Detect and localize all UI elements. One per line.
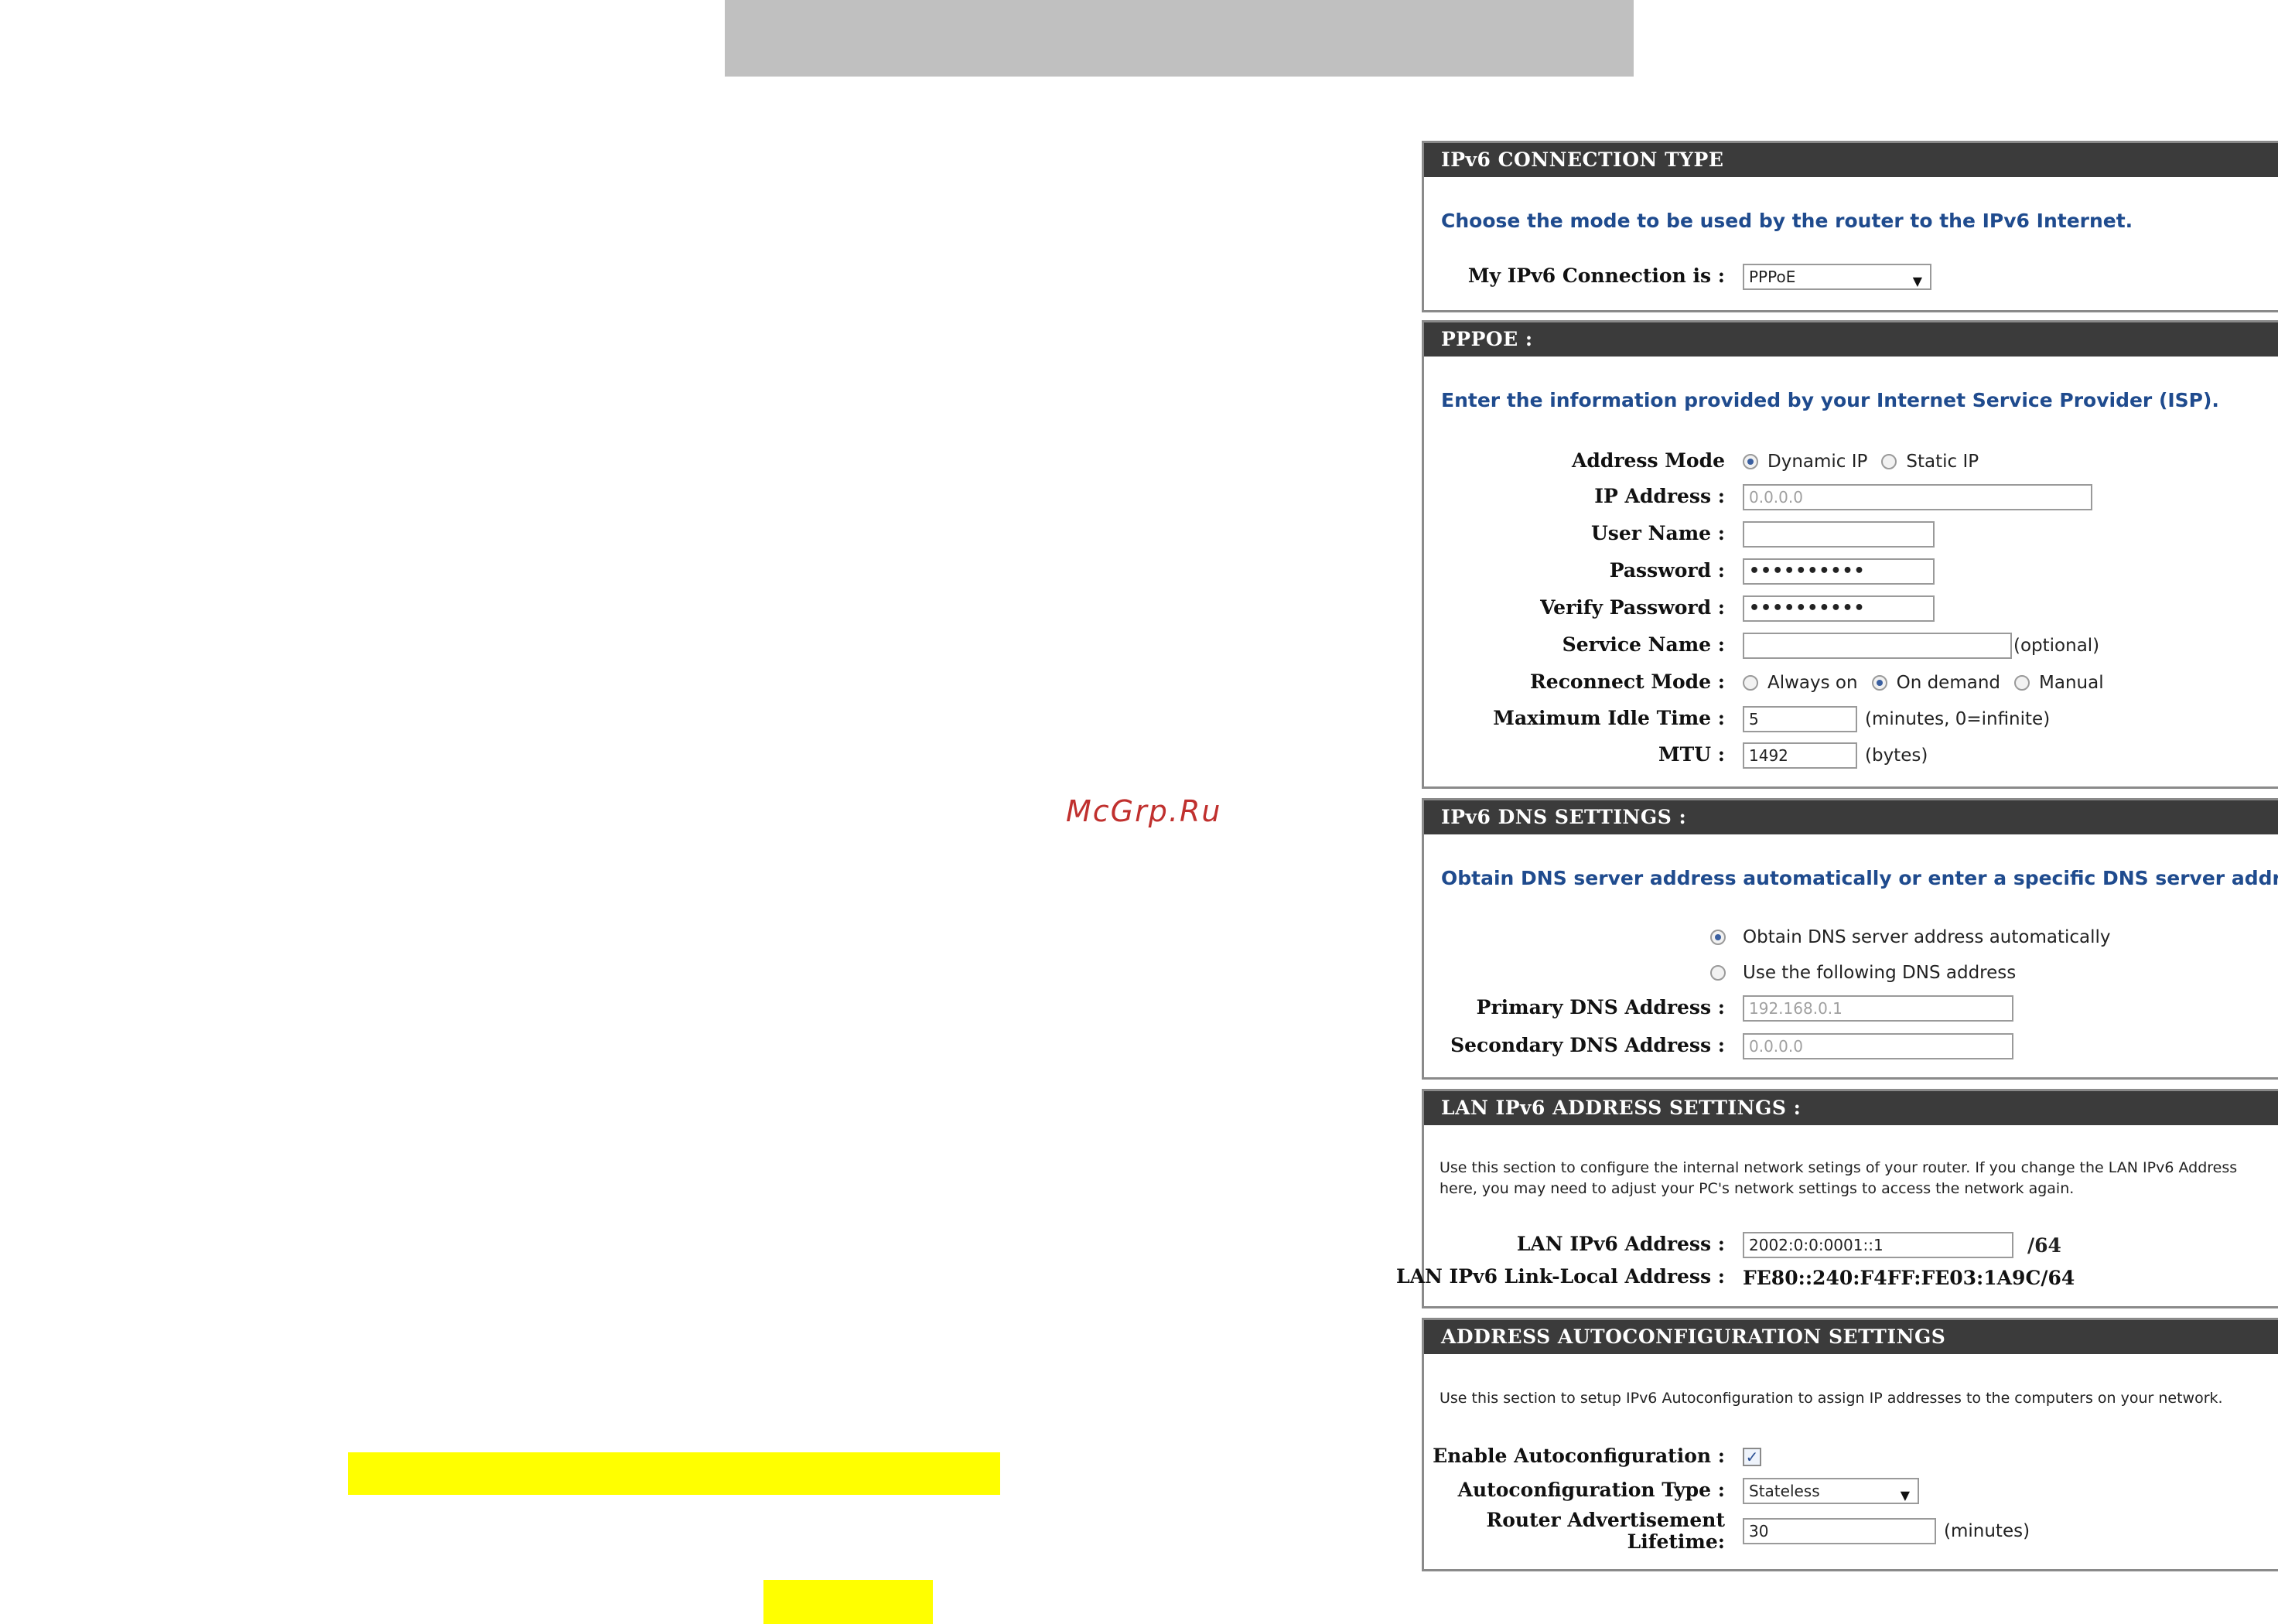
radio-label: On demand [1896, 673, 2001, 693]
autoconfig-type-select[interactable]: Stateless ▼ [1743, 1478, 1919, 1504]
address-autoconfiguration-panel: ADDRESS AUTOCONFIGURATION SETTINGS Use t… [1422, 1318, 2278, 1571]
ipv6-connection-type-panel: IPv6 CONNECTION TYPE Choose the mode to … [1422, 141, 2278, 312]
max-idle-time-input[interactable]: 5 [1743, 706, 1857, 732]
lan-ipv6-address-panel: LAN IPv6 ADDRESS SETTINGS : Use this sec… [1396, 1089, 2278, 1308]
lan-ipv6-address-label: LAN IPv6 Address : [1516, 1233, 1725, 1255]
panel-header: LAN IPv6 ADDRESS SETTINGS : [1424, 1091, 2278, 1125]
panel-intro: Use this section to setup IPv6 Autoconfi… [1440, 1390, 2223, 1407]
radio-label: Dynamic IP [1767, 452, 1868, 472]
verify-password-label: Verify Password : [1540, 596, 1725, 619]
enable-autoconfig-checkbox[interactable]: ✓ [1743, 1448, 1761, 1466]
page-header-bar [725, 0, 1634, 77]
panel-header: IPv6 DNS SETTINGS : [1424, 800, 2278, 834]
watermark: McGrp.Ru [1066, 794, 1222, 828]
secondary-dns-label: Secondary DNS Address : [1450, 1034, 1725, 1056]
panel-intro-line-2: here, you may need to adjust your PC's n… [1440, 1180, 2075, 1197]
panel-header: IPv6 CONNECTION TYPE [1424, 143, 2278, 177]
ra-lifetime-label: Router Advertisement Lifetime: [1486, 1510, 1725, 1553]
panel-intro: Choose the mode to be used by the router… [1441, 210, 2133, 232]
reconnect-on-demand-radio[interactable] [1871, 675, 1887, 691]
autoconfig-type-label: Autoconfiguration Type : [1457, 1479, 1725, 1501]
address-mode-static-radio[interactable] [1881, 454, 1897, 469]
lan-ipv6-address-input[interactable]: 2002:0:0:0001::1 [1743, 1232, 2013, 1258]
radio-label: Obtain DNS server address automatically [1743, 927, 2111, 947]
primary-dns-input[interactable]: 192.168.0.1 [1743, 995, 2013, 1022]
service-name-input[interactable] [1743, 633, 2012, 659]
max-idle-time-unit: (minutes, 0=infinite) [1865, 709, 2051, 729]
service-name-label: Service Name : [1562, 633, 1725, 656]
link-local-address-label: LAN IPv6 Link-Local Address : [1396, 1265, 1725, 1288]
enable-autoconfig-label: Enable Autoconfiguration : [1433, 1445, 1725, 1467]
reconnect-manual-radio[interactable] [2014, 675, 2030, 691]
radio-label: Static IP [1906, 452, 1979, 472]
password-input[interactable]: •••••••••• [1743, 558, 1935, 585]
radio-label: Always on [1767, 673, 1858, 693]
panel-intro: Enter the information provided by your I… [1441, 389, 2219, 411]
prefix-length: /64 [2027, 1233, 2061, 1257]
highlight-bar-small [763, 1580, 933, 1624]
user-name-label: User Name : [1591, 522, 1725, 544]
chevron-down-icon: ▼ [1912, 274, 1922, 288]
dns-manual-radio[interactable] [1710, 965, 1726, 981]
reconnect-mode-label: Reconnect Mode : [1530, 670, 1725, 693]
panel-header: PPPOE : [1424, 322, 2278, 357]
address-mode-dynamic-radio[interactable] [1743, 454, 1758, 469]
highlight-bar [348, 1452, 1000, 1495]
panel-header: ADDRESS AUTOCONFIGURATION SETTINGS [1424, 1320, 2278, 1354]
reconnect-always-on-radio[interactable] [1743, 675, 1758, 691]
ra-lifetime-label-line-1: Router Advertisement [1486, 1509, 1725, 1531]
ra-lifetime-input[interactable]: 30 [1743, 1518, 1936, 1544]
connection-type-label: My IPv6 Connection is : [1467, 264, 1725, 287]
autoconfig-type-value: Stateless [1749, 1482, 1820, 1500]
mtu-input[interactable]: 1492 [1743, 742, 1857, 769]
max-idle-time-label: Maximum Idle Time : [1493, 707, 1725, 729]
panel-intro-line-1: Use this section to configure the intern… [1440, 1159, 2238, 1176]
radio-label: Use the following DNS address [1743, 963, 2017, 983]
link-local-address-value: FE80::240:F4FF:FE03:1A9C/64 [1743, 1266, 2075, 1289]
ipv6-dns-settings-panel: IPv6 DNS SETTINGS : Obtain DNS server ad… [1422, 798, 2278, 1080]
pppoe-panel: PPPOE : Enter the information provided b… [1422, 320, 2278, 789]
password-label: Password : [1609, 559, 1725, 582]
mtu-label: MTU : [1658, 743, 1725, 766]
user-name-input[interactable] [1743, 521, 1935, 548]
verify-password-input[interactable]: •••••••••• [1743, 595, 1935, 622]
dns-auto-radio[interactable] [1710, 930, 1726, 945]
optional-hint: (optional) [2013, 636, 2100, 656]
connection-type-value: PPPoE [1749, 268, 1796, 286]
radio-label: Manual [2039, 673, 2104, 693]
address-mode-label: Address Mode [1571, 449, 1725, 472]
primary-dns-label: Primary DNS Address : [1476, 996, 1725, 1018]
panel-intro: Obtain DNS server address automatically … [1441, 867, 2278, 889]
ip-address-input[interactable]: 0.0.0.0 [1743, 484, 2092, 510]
ip-address-label: IP Address : [1594, 485, 1725, 507]
chevron-down-icon: ▼ [1900, 1488, 1910, 1503]
ra-lifetime-label-line-2: Lifetime: [1627, 1530, 1725, 1553]
ra-lifetime-unit: (minutes) [1944, 1521, 2030, 1541]
mtu-unit: (bytes) [1865, 745, 1928, 766]
connection-type-select[interactable]: PPPoE ▼ [1743, 264, 1931, 290]
secondary-dns-input[interactable]: 0.0.0.0 [1743, 1033, 2013, 1059]
